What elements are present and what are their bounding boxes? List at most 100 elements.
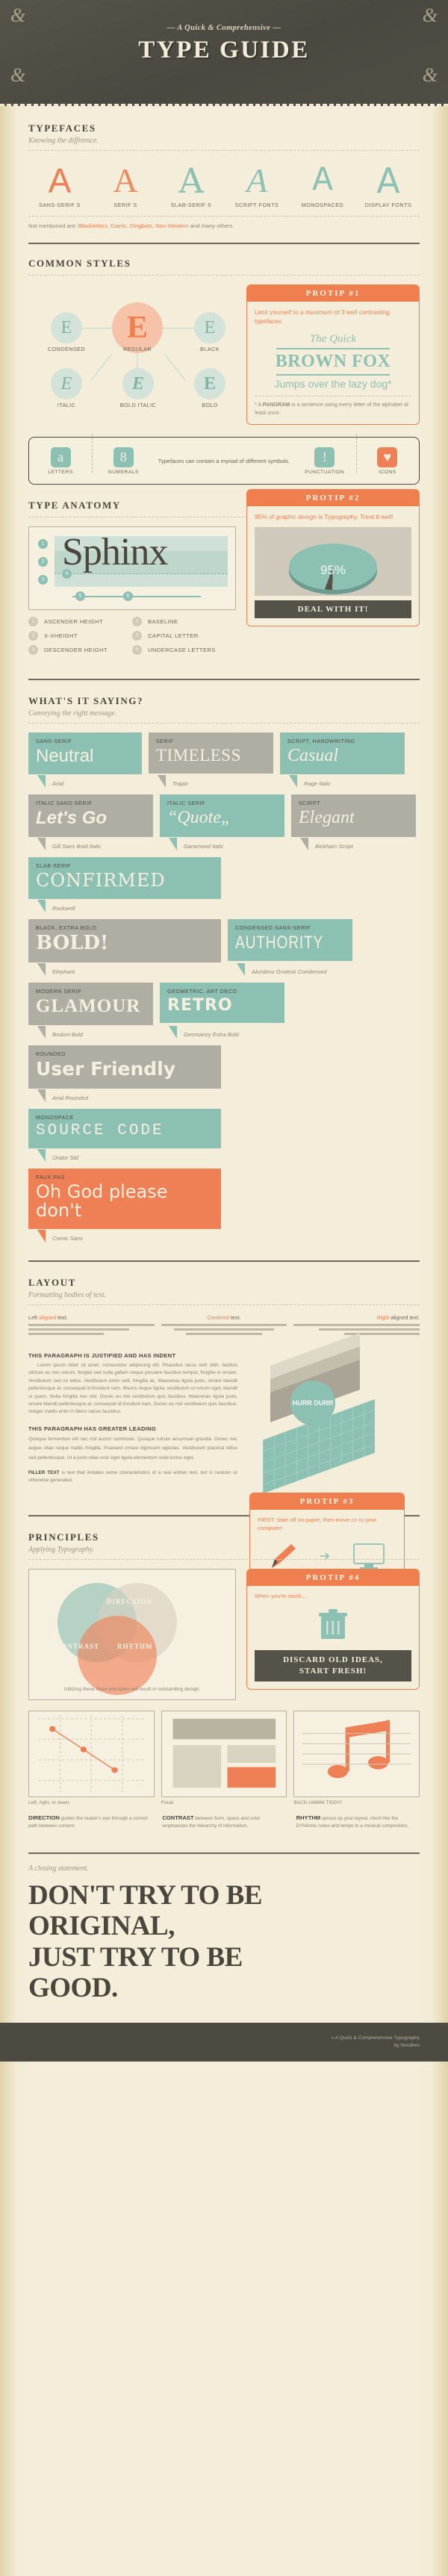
glyph-a-display: A (376, 161, 400, 201)
section-closing: A closing statement. DON'T TRY TO BE ORI… (0, 1854, 448, 2004)
venn-diagram: DIRECTION RHYTHM CONTRAST Utilizing thes… (28, 1568, 236, 1700)
closing-line-1: DON'T TRY TO BE (28, 1879, 263, 1911)
symbols-bar: a LETTERS 8 NUMERALS Typefaces can conta… (28, 433, 420, 485)
legend-item: 1 ASCENDER HEIGHT (28, 617, 132, 627)
protip-2-banner: DEAL WITH IT! (255, 600, 411, 619)
bubble-tail (169, 837, 177, 850)
rule (276, 348, 390, 350)
layout-heading-leading: THIS PARAGRAPH HAS GREATER LEADING (28, 1425, 157, 1432)
marker-5: 5 (75, 591, 85, 602)
protip-2-lead: 95% of graphic design is Typography. Tre… (255, 513, 393, 521)
divider (28, 1304, 420, 1306)
bubble-box: BLACK, EXTRA BOLD BOLD! (28, 918, 221, 963)
numerals-icon: 8 (113, 447, 134, 467)
alignment-examples: Left aligned text. Centered text. Right … (28, 1314, 420, 1340)
protip-1-heading: PROTIP #1 (247, 285, 419, 302)
message-bubble: SERIF TIMELESS Trajan (149, 732, 273, 788)
protip-1-wrapper: PROTIP #1 Limit yourself to a maximum of… (246, 284, 420, 426)
section-common-styles: COMMON STYLES E CONDENSED E REGULAR E BL… (0, 244, 448, 426)
bubble-category: SERIF (156, 738, 174, 745)
bubble-box: FAUX PAS Oh God please don't (28, 1168, 221, 1230)
message-bubble: GEOMETRIC, ART DECO RETRO Geomancy Extra B… (160, 983, 284, 1039)
bubble-font-name: Orator Std (52, 1154, 79, 1161)
footer-line-1: « A Quick & Comprehensive Typography (331, 2035, 420, 2041)
layout-paragraph-filler: FILLER TEXT is text that imitates some c… (28, 1470, 237, 1484)
message-bubble: ROUNDED User Friendly Arial Rounded (28, 1045, 221, 1102)
bubble-box: MODERN SERIF GLAMOUR (28, 983, 153, 1026)
glyph-a-serif: A (113, 161, 138, 199)
typeface-item: A SERIF S (94, 161, 157, 208)
anatomy-sample-word: Sphinx (62, 531, 168, 574)
bubble-font-name: Arial (52, 780, 64, 788)
footer-line-2: by Noodlwo (393, 2043, 420, 2049)
symbol-numerals: 8 NUMERALS (92, 433, 155, 475)
bubble-category: BLACK, EXTRA BOLD (36, 924, 97, 931)
bubble-tail (37, 899, 46, 912)
venn-label-direction: DIRECTION (107, 1597, 153, 1605)
bubble-category: MONOSPACE (36, 1113, 74, 1121)
bubble-box: ITALIC SANS-SERIF Let's Go (28, 794, 153, 837)
message-bubble: FAUX PAS Oh God please don't Comic Sans (28, 1168, 221, 1243)
ampersand-ornament-icon: & (10, 64, 26, 86)
symbols-note: Typefaces can contain a myriad of differ… (158, 457, 290, 464)
ampersand-ornament-icon: & (10, 4, 26, 26)
bubble-category: SLAB-SERIF (36, 862, 71, 869)
message-bubble: SCRIPT Elegant Bickham Script (291, 794, 416, 850)
protip-2-card: PROTIP #2 95% of graphic design is Typog… (246, 489, 420, 627)
protip-4-wrapper: PROTIP #4 When you're stuck... DISCARD O… (246, 1568, 420, 1700)
bubble-category: GEOMETRIC, ART DECO (167, 988, 237, 995)
legend-item: 2 X-XHEIGHT (28, 631, 132, 641)
node-glyph: E (203, 373, 216, 393)
bubble-box: MONOSPACE SOURCE CODE (28, 1108, 221, 1148)
style-node-italic: E (51, 368, 82, 399)
protip-1-footnote: * A PANGRAM is a sentence using every le… (255, 401, 411, 417)
node-glyph: E (131, 373, 144, 393)
principle-card-contrast: Focal. (161, 1710, 287, 1805)
bubble-category: SCRIPT (299, 800, 321, 807)
legend-item: 3 DESCENDER HEIGHT (28, 645, 132, 656)
glyph-a-mono: A (312, 161, 333, 200)
bubble-box: SCRIPT, HANDWRITING Casual (280, 732, 405, 775)
message-bubble: MODERN SERIF GLAMOUR Bodoni Bold (28, 983, 153, 1039)
bubble-font-name: Gill Sans Bold Italic (52, 842, 102, 850)
section-layout: LAYOUT Formatting bodies of text. Left a… (0, 1262, 448, 1581)
glyph-a-slab: A (178, 161, 204, 201)
legend-item: 5 CAPITAL LETTER (132, 631, 236, 641)
venn-label-rhythm: RHYTHM (117, 1642, 153, 1650)
divider (28, 150, 420, 151)
direction-grid-icon (38, 1715, 145, 1792)
bubble-box: SERIF TIMELESS (149, 732, 273, 774)
symbol-label: NUMERALS (108, 469, 139, 475)
node-glyph: E (204, 317, 216, 337)
page-title: TYPE GUIDE (138, 37, 310, 63)
card-caption: Focal. (161, 1799, 175, 1805)
protip-4-heading: PROTIP #4 (247, 1569, 419, 1586)
bubble-word: GLAMOUR (36, 996, 141, 1017)
node-glyph: E (60, 373, 72, 393)
marker-6: 6 (123, 591, 133, 602)
bubble-category: FAUX PAS (36, 1173, 65, 1180)
section-principles: PRINCIPLES Applying Typography. DIRECTIO… (0, 1516, 448, 1830)
rhythm-illustration (293, 1710, 420, 1797)
bubble-font-name: Bickham Script (315, 842, 353, 850)
legend-label: BASELINE (148, 618, 178, 626)
bubble-word: CONFIRMED (36, 869, 166, 891)
message-bubble: BLACK, EXTRA BOLD BOLD! Elephant (28, 918, 221, 977)
bubble-box: ROUNDED User Friendly (28, 1045, 221, 1089)
connector (90, 353, 113, 382)
section-type-anatomy: TYPE ANATOMY Sphinx 1 2 3 4 5 6 1 ASCEND… (0, 485, 448, 659)
divider (28, 216, 420, 217)
glyph-a-script: A (246, 161, 268, 199)
closing-eyebrow: A closing statement. (28, 1864, 89, 1873)
bubble-word: Casual (287, 746, 339, 766)
bubble-word: SOURCE CODE (36, 1121, 164, 1139)
layout-paragraph-justified: Lorem ipsum dolor sit amet, consectetur … (28, 1363, 237, 1415)
legend-number: 6 (132, 645, 142, 656)
bubble-font-name: Geomancy Extra Bold (184, 1031, 239, 1039)
typeface-item: A SANS-SERIF S (28, 161, 91, 208)
bubble-word: Let's Go (36, 808, 108, 829)
bubble-tail (37, 1148, 46, 1162)
message-bubble: ITALIC SANS-SERIF Let's Go Gill Sans Bold … (28, 794, 153, 850)
banner-line-1: DISCARD OLD IDEAS, (283, 1655, 383, 1664)
style-node-condensed: E (51, 312, 82, 343)
